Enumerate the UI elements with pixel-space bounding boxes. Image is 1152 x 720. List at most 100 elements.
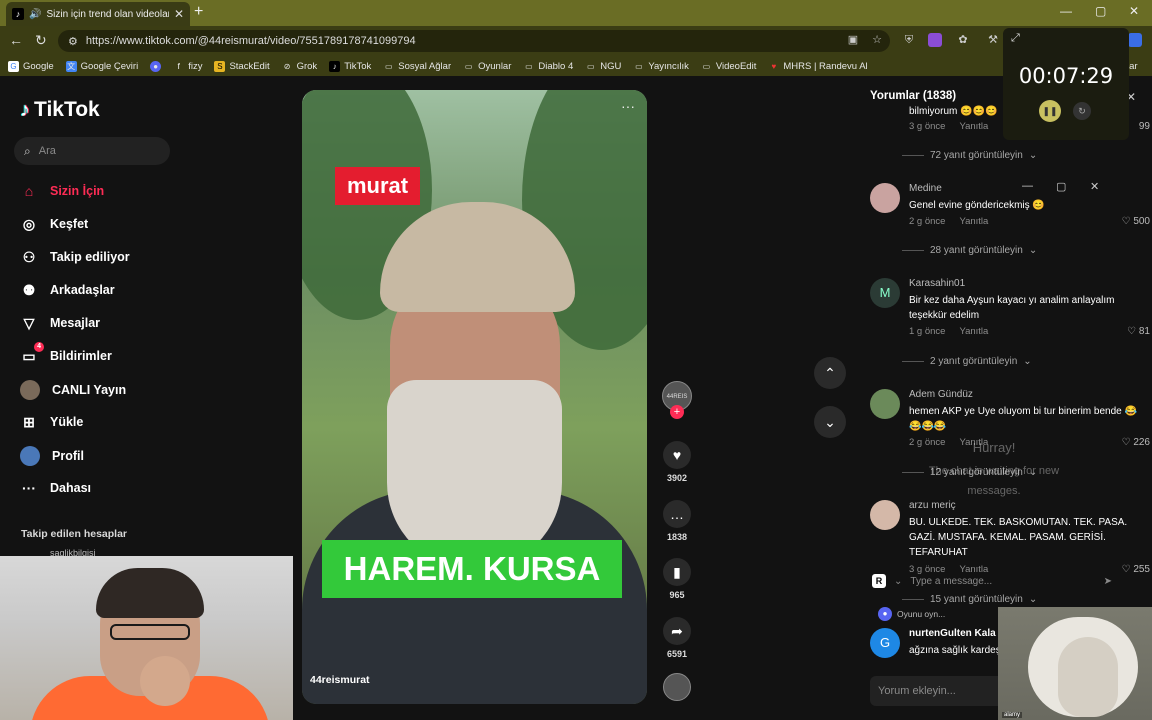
bookmark-folder-oyunlar[interactable]: ▭ Oyunlar	[463, 61, 512, 72]
bookmark-tiktok[interactable]: ♪ TikTok	[329, 60, 371, 72]
music-disc[interactable]	[662, 673, 692, 701]
url-field[interactable]: ⚙ https://www.tiktok.com/@44reismurat/vi…	[58, 30, 890, 52]
extension-puzzle-icon[interactable]: ⚒	[986, 33, 1000, 47]
back-icon[interactable]: ←	[9, 32, 23, 48]
nav-sizin-icin[interactable]: ⌂ Sizin İçin	[20, 182, 104, 200]
bookmark-folder-videoedit[interactable]: ▭ VideoEdit	[701, 61, 757, 72]
close-window-icon[interactable]: ✕	[1129, 4, 1139, 18]
comment-author[interactable]: Medine	[909, 183, 942, 194]
more-icon: ···	[22, 480, 36, 496]
extension-purple-icon[interactable]	[928, 33, 942, 47]
creator-avatar[interactable]: 44REIS +	[662, 381, 692, 419]
comment-like[interactable]: 99	[1139, 121, 1150, 132]
comment-like[interactable]: ♡ 226	[1122, 437, 1150, 448]
chevron-down-icon: ⌄	[1023, 356, 1032, 367]
avatar[interactable]	[870, 183, 900, 213]
friends-icon: ⚉	[22, 281, 36, 298]
copilot-icon[interactable]	[1128, 33, 1142, 47]
comment-author[interactable]: Adem Gündüz	[909, 389, 973, 400]
chat-message-input[interactable]: Type a message...	[910, 576, 1095, 587]
bookmark-fizy[interactable]: f fizy	[173, 61, 203, 72]
chat-input-bar[interactable]: R ⌄ Type a message... ➤	[872, 570, 1112, 592]
overlay-maximize-icon[interactable]: ▢	[1056, 180, 1066, 193]
view-replies[interactable]: 72 yanıt görüntüleyin ⌄	[902, 150, 1037, 161]
tiktok-logo[interactable]: ♪ TikTok	[20, 98, 100, 122]
nav-takip-ediliyor[interactable]: ⚇ Takip ediliyor	[20, 248, 130, 266]
streamer-webcam	[0, 556, 293, 720]
overlay-minimize-icon[interactable]: —	[1022, 180, 1033, 192]
pause-button[interactable]: ❚❚	[1039, 100, 1061, 122]
comment-text: Bir kez daha Ayşun kayacı yı analim anla…	[909, 295, 1115, 321]
extension-gear-icon[interactable]: ✿	[956, 33, 970, 47]
minimize-icon[interactable]: —	[1060, 4, 1072, 18]
view-replies[interactable]: 15 yanıt görüntüleyin ⌄	[902, 594, 1037, 605]
timer-display: 00:07:29	[1018, 64, 1114, 88]
expand-icon[interactable]: ⤢	[1011, 32, 1020, 45]
nav-kesfet[interactable]: ◎ Keşfet	[20, 215, 88, 233]
comment-like[interactable]: ♡ 81	[1127, 326, 1150, 337]
view-replies[interactable]: 2 yanıt görüntüleyin ⌄	[902, 356, 1032, 367]
bookmark-google-ceviri[interactable]: 文 Google Çeviri	[65, 60, 138, 72]
close-tab-icon[interactable]: ✕	[174, 7, 184, 21]
discord-icon: ●	[878, 607, 892, 621]
bookmark-folder-yayincilik[interactable]: ▭ Yayıncılık	[633, 61, 689, 72]
comment-like[interactable]: ♡ 500	[1122, 216, 1150, 227]
chevron-down-icon: ⌄	[1028, 150, 1038, 161]
comment-author[interactable]: Karasahin01	[909, 278, 965, 289]
comment-button[interactable]: … 1838	[662, 500, 692, 542]
install-app-icon[interactable]: ▣	[846, 33, 860, 47]
nav-bildirimler[interactable]: ▭ 4 Bildirimler	[20, 342, 112, 365]
share-icon: ➦	[663, 617, 691, 645]
new-tab-icon[interactable]: +	[194, 3, 203, 21]
comment-author[interactable]: arzu meriç	[909, 500, 956, 511]
previous-video-button[interactable]: ⌃	[814, 357, 846, 389]
bookmark-grok[interactable]: ⊘ Grok	[282, 61, 317, 72]
video-player[interactable]: murat HAREM. KURSA 44reismurat ···	[302, 90, 647, 704]
bookmark-folder-ngu[interactable]: ▭ NGU	[585, 61, 621, 72]
nav-canli-yayin[interactable]: CANLI Yayın	[20, 380, 126, 400]
nav-yukle[interactable]: ⊞ Yükle	[20, 413, 83, 431]
nav-mesajlar[interactable]: ▽ Mesajlar	[20, 314, 100, 332]
bookmark-star-icon[interactable]: ☆	[870, 33, 884, 47]
avatar[interactable]	[870, 389, 900, 419]
nav-dahasi[interactable]: ··· Dahası	[20, 479, 91, 497]
bookmark-mhrs[interactable]: ♥ MHRS | Randevu Al	[768, 61, 867, 72]
browser-tab[interactable]: ♪ 🔊 Sizin için trend olan videolar ✕	[6, 2, 190, 26]
view-replies[interactable]: 28 yanıt görüntüleyin ⌄	[902, 245, 1037, 256]
comment-author[interactable]: nurtenGulten Kala	[909, 628, 996, 639]
bookmark-folder-diablo[interactable]: ▭ Diablo 4	[523, 61, 573, 72]
extension-shield-icon[interactable]: ⛨	[902, 33, 916, 47]
chevron-down-icon[interactable]: ⌄	[894, 576, 902, 587]
maximize-icon[interactable]: ▢	[1095, 4, 1106, 18]
avatar[interactable]	[870, 500, 900, 530]
save-button[interactable]: ▮ 965	[662, 558, 692, 600]
site-info-icon[interactable]: ⚙	[68, 35, 78, 48]
comment-text: Genel evine göndericekmiş 😊	[909, 200, 1045, 211]
overlay-close-icon[interactable]: ✕	[1090, 180, 1099, 193]
search-input[interactable]: ⌕ Ara	[14, 137, 170, 165]
send-icon[interactable]: ➤	[1104, 576, 1112, 587]
bookmark-stackedit[interactable]: S StackEdit	[214, 60, 270, 72]
comment-like[interactable]: ♡ 255	[1122, 564, 1150, 575]
reply-link[interactable]: Yanıtla	[959, 216, 988, 227]
video-username[interactable]: 44reismurat	[310, 674, 370, 686]
reply-link[interactable]: Yanıtla	[959, 121, 988, 132]
like-button[interactable]: ♥ 3902	[662, 441, 692, 483]
share-button[interactable]: ➦ 6591	[662, 617, 692, 659]
reply-link[interactable]: Yanıtla	[959, 326, 988, 337]
avatar[interactable]: G	[870, 628, 900, 658]
follow-plus-icon[interactable]: +	[670, 405, 684, 419]
bookmark-google[interactable]: G Google	[8, 60, 54, 72]
video-more-icon[interactable]: ···	[621, 98, 635, 114]
r-icon[interactable]: R	[872, 574, 886, 588]
bookmark-discord[interactable]: ●	[150, 60, 162, 72]
speaker-icon[interactable]: 🔊	[29, 9, 41, 20]
reset-button[interactable]: ↻	[1073, 102, 1091, 120]
nav-profil[interactable]: Profil	[20, 446, 84, 466]
nav-arkadaslar[interactable]: ⚉ Arkadaşlar	[20, 281, 115, 299]
next-video-button[interactable]: ⌄	[814, 406, 846, 438]
reload-icon[interactable]: ↻	[35, 32, 47, 49]
bookmark-folder-sosyal[interactable]: ▭ Sosyal Ağlar	[383, 61, 451, 72]
avatar[interactable]: M	[870, 278, 900, 308]
tiktok-favicon-icon: ♪	[12, 8, 24, 20]
